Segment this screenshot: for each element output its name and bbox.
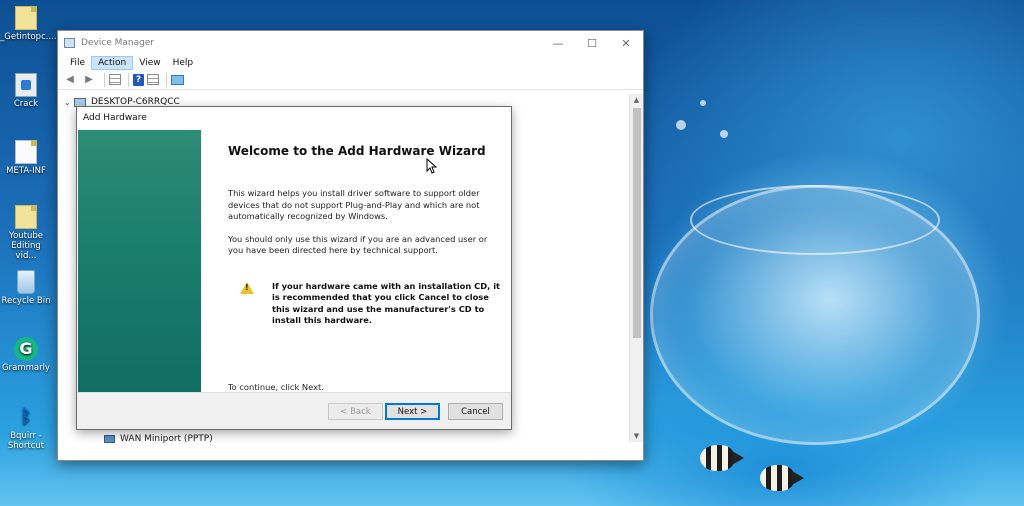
toolbar-separator	[104, 72, 105, 87]
desktop-icon-label: Recycle Bin	[1, 296, 51, 306]
wizard-continue-text: To continue, click Next.	[228, 382, 324, 392]
fishbowl-rim-decoration	[690, 185, 940, 255]
wizard-content: Welcome to the Add Hardware Wizard This …	[228, 130, 503, 327]
desktop-icon-meta-inf[interactable]: META-INF	[0, 140, 52, 176]
device-manager-app-icon	[64, 38, 75, 48]
toolbar-separator	[166, 72, 167, 87]
network-adapter-icon	[104, 435, 115, 443]
fish-decoration	[700, 445, 744, 471]
desktop-icon-youtube-editing[interactable]: Youtube Editing vid...	[0, 205, 52, 261]
tree-item[interactable]: WAN Miniport (PPTP)	[104, 434, 213, 444]
desktop-icon-label: Grammarly	[2, 363, 50, 373]
wizard-heading: Welcome to the Add Hardware Wizard	[228, 144, 486, 158]
forward-arrow-icon[interactable]: ▶	[81, 73, 97, 87]
window-title: Device Manager	[81, 38, 155, 48]
wizard-warning: If your hardware came with an installati…	[228, 281, 503, 327]
scrollbar-thumb[interactable]	[633, 108, 641, 338]
desktop-icon-getintopc[interactable]: _Getintopc....	[0, 6, 57, 42]
wizard-side-banner	[78, 130, 201, 394]
menu-action[interactable]: Action	[91, 55, 134, 70]
warning-icon	[240, 281, 254, 294]
menu-file[interactable]: File	[64, 57, 91, 69]
scroll-up-icon[interactable]: ▲	[630, 94, 643, 106]
folder-file-icon	[15, 6, 37, 30]
desktop-icon-label: Bquirr - Shortcut	[7, 431, 45, 451]
next-button[interactable]: Next >	[385, 403, 440, 420]
desktop-icon-bquirr-shortcut[interactable]: ᛒ Bquirr - Shortcut	[0, 405, 52, 451]
desktop-icon-crack[interactable]: Crack	[0, 73, 52, 109]
menu-bar: File Action View Help	[58, 55, 643, 70]
recycle-bin-icon	[17, 270, 35, 294]
desktop-icon-grammarly[interactable]: G Grammarly	[0, 337, 52, 373]
desktop-icon-label: META-INF	[6, 166, 46, 176]
desktop-icon-label: Youtube Editing vid...	[9, 231, 43, 261]
folder-file-icon	[15, 205, 37, 229]
fish-decoration	[760, 465, 804, 491]
crack-app-icon	[15, 73, 37, 97]
desktop-icon-recycle-bin[interactable]: Recycle Bin	[0, 270, 52, 306]
maximize-button[interactable]: ☐	[575, 37, 609, 50]
minimize-button[interactable]: —	[541, 37, 575, 50]
monitor-icon[interactable]	[171, 74, 184, 85]
chevron-down-icon[interactable]: ⌄	[64, 98, 74, 107]
desktop-icon-label: _Getintopc....	[0, 32, 57, 42]
menu-help[interactable]: Help	[167, 57, 200, 69]
back-arrow-icon[interactable]: ◀	[62, 73, 78, 87]
wizard-advisory-text: You should only use this wizard if you a…	[228, 233, 488, 256]
tree-item-label: WAN Miniport (PPTP)	[120, 434, 213, 444]
vertical-scrollbar[interactable]: ▲ ▼	[629, 94, 643, 442]
toolbar: ◀ ▶ ?	[58, 70, 643, 90]
toolbar-separator	[128, 72, 129, 87]
help-icon[interactable]: ?	[133, 73, 144, 86]
wizard-intro-text: This wizard helps you install driver sof…	[228, 188, 480, 221]
close-button[interactable]: ✕	[609, 37, 643, 50]
wizard-footer: < Back Next > Cancel	[77, 392, 511, 429]
wizard-titlebar[interactable]: Add Hardware	[77, 107, 511, 129]
file-icon	[15, 140, 37, 164]
water-splash	[700, 100, 706, 106]
back-button[interactable]: < Back	[328, 403, 383, 420]
mouse-cursor-icon	[426, 158, 438, 174]
wizard-warning-text: If your hardware came with an installati…	[272, 280, 501, 326]
menu-view[interactable]: View	[133, 57, 166, 69]
bluetooth-icon: ᛒ	[20, 406, 32, 427]
device-manager-titlebar[interactable]: Device Manager — ☐ ✕	[58, 31, 643, 55]
grammarly-icon: G	[14, 337, 38, 361]
water-splash	[720, 130, 728, 138]
cancel-button[interactable]: Cancel	[448, 403, 503, 420]
desktop-icon-label: Crack	[13, 99, 39, 109]
scroll-down-icon[interactable]: ▼	[630, 430, 643, 442]
add-hardware-wizard: Add Hardware Welcome to the Add Hardware…	[76, 106, 512, 430]
water-splash	[676, 120, 686, 130]
properties-icon[interactable]	[109, 74, 121, 85]
show-hidden-icon[interactable]	[147, 74, 159, 85]
